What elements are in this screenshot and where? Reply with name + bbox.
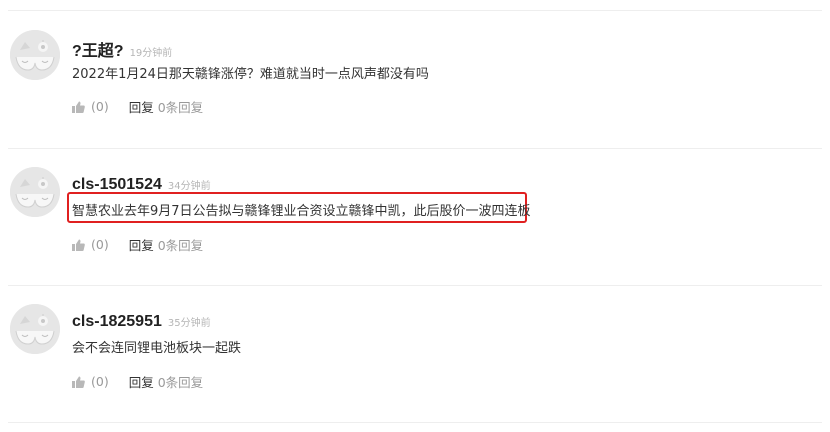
comment-item: cls-1501524 34分钟前 智慧农业去年9月7日公告拟与赣锋锂业合资设立赣…	[0, 161, 830, 281]
thumbs-up-icon	[72, 239, 85, 251]
comment-item: ?王超? 19分钟前 2022年1月24日那天赣锋涨停？难道就当时一点风声都没有吗…	[0, 24, 830, 144]
comment-time: 34分钟前	[167, 181, 211, 192]
thumbs-up-icon	[72, 376, 85, 388]
like-button[interactable]: (0)	[72, 237, 109, 252]
divider	[8, 148, 822, 149]
comment-text: 2022年1月24日那天赣锋涨停？难道就当时一点风声都没有吗	[72, 67, 429, 82]
username[interactable]: cls-1825951	[72, 313, 162, 330]
thumbs-up-icon	[72, 101, 85, 113]
like-count: (0)	[91, 374, 109, 389]
comment-text: 会不会连同锂电池板块一起跌	[72, 341, 242, 356]
comment-item: cls-1825951 35分钟前 会不会连同锂电池板块一起跌 (0) 回复 0条…	[0, 298, 830, 418]
comment-time: 35分钟前	[167, 318, 211, 329]
like-count: (0)	[91, 99, 109, 114]
reply-button[interactable]: 回复	[129, 235, 154, 254]
username[interactable]: cls-1501524	[72, 176, 162, 193]
reply-count[interactable]: 0条回复	[158, 372, 203, 391]
reply-button[interactable]: 回复	[129, 372, 154, 391]
username[interactable]: ?王超?	[72, 43, 124, 60]
avatar-icon[interactable]	[10, 304, 60, 354]
like-button[interactable]: (0)	[72, 374, 109, 389]
divider	[8, 285, 822, 286]
reply-count[interactable]: 0条回复	[158, 97, 203, 116]
comment-text: 智慧农业去年9月7日公告拟与赣锋锂业合资设立赣锋中凯，此后股价一波四连板	[72, 204, 531, 219]
reply-button[interactable]: 回复	[129, 97, 154, 116]
like-count: (0)	[91, 237, 109, 252]
avatar-icon[interactable]	[10, 167, 60, 217]
like-button[interactable]: (0)	[72, 99, 109, 114]
avatar-icon[interactable]	[10, 30, 60, 80]
reply-count[interactable]: 0条回复	[158, 235, 203, 254]
comment-time: 19分钟前	[129, 48, 173, 59]
divider	[8, 10, 822, 11]
divider	[8, 422, 822, 423]
